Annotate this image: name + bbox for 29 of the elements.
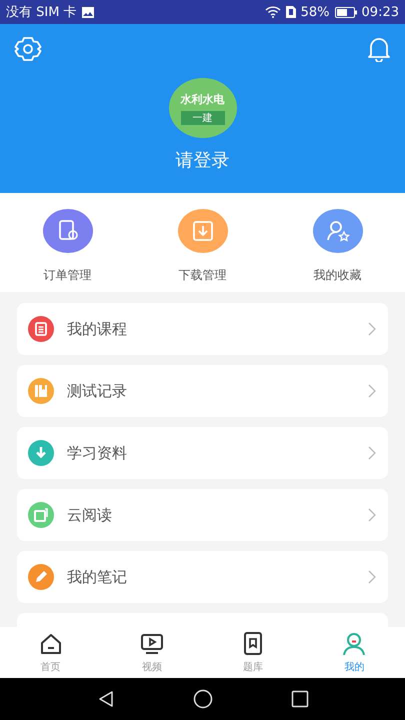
chevron-right-icon [368, 446, 376, 460]
quick-action[interactable]: 订单管理 [0, 193, 135, 292]
menu-item[interactable]: 测试记录 [17, 365, 388, 417]
video-icon [138, 631, 165, 657]
chevron-right-icon [368, 384, 376, 398]
battery-percent: 58% [300, 4, 330, 20]
back-icon[interactable] [96, 690, 114, 708]
battery-icon [334, 6, 357, 18]
image-icon [82, 6, 94, 18]
home-icon[interactable] [192, 689, 212, 709]
quick-action[interactable]: 我的收藏 [270, 193, 405, 292]
notification-bell-icon[interactable] [367, 36, 391, 62]
menu-item[interactable]: 我的课程 [17, 303, 388, 355]
logo-title: 水利水电 [180, 92, 224, 106]
logo-subtitle: 一建 [180, 110, 224, 124]
clock: 09:23 [362, 4, 399, 20]
menu-item[interactable]: 我的笔记 [17, 551, 388, 603]
carrier-text: 没有 SIM 卡 [6, 4, 77, 21]
quick-action[interactable]: 下载管理 [135, 193, 270, 292]
person-icon [341, 631, 368, 657]
chevron-right-icon [368, 570, 376, 584]
chevron-right-icon [368, 508, 376, 522]
menu-item[interactable]: 云阅读 [17, 489, 388, 541]
wifi-icon [264, 6, 281, 18]
sim-icon [286, 6, 296, 18]
menu-item[interactable]: 学习资料 [17, 427, 388, 479]
settings-icon[interactable] [14, 36, 42, 62]
recents-icon[interactable] [290, 690, 308, 708]
chevron-right-icon [368, 322, 376, 336]
